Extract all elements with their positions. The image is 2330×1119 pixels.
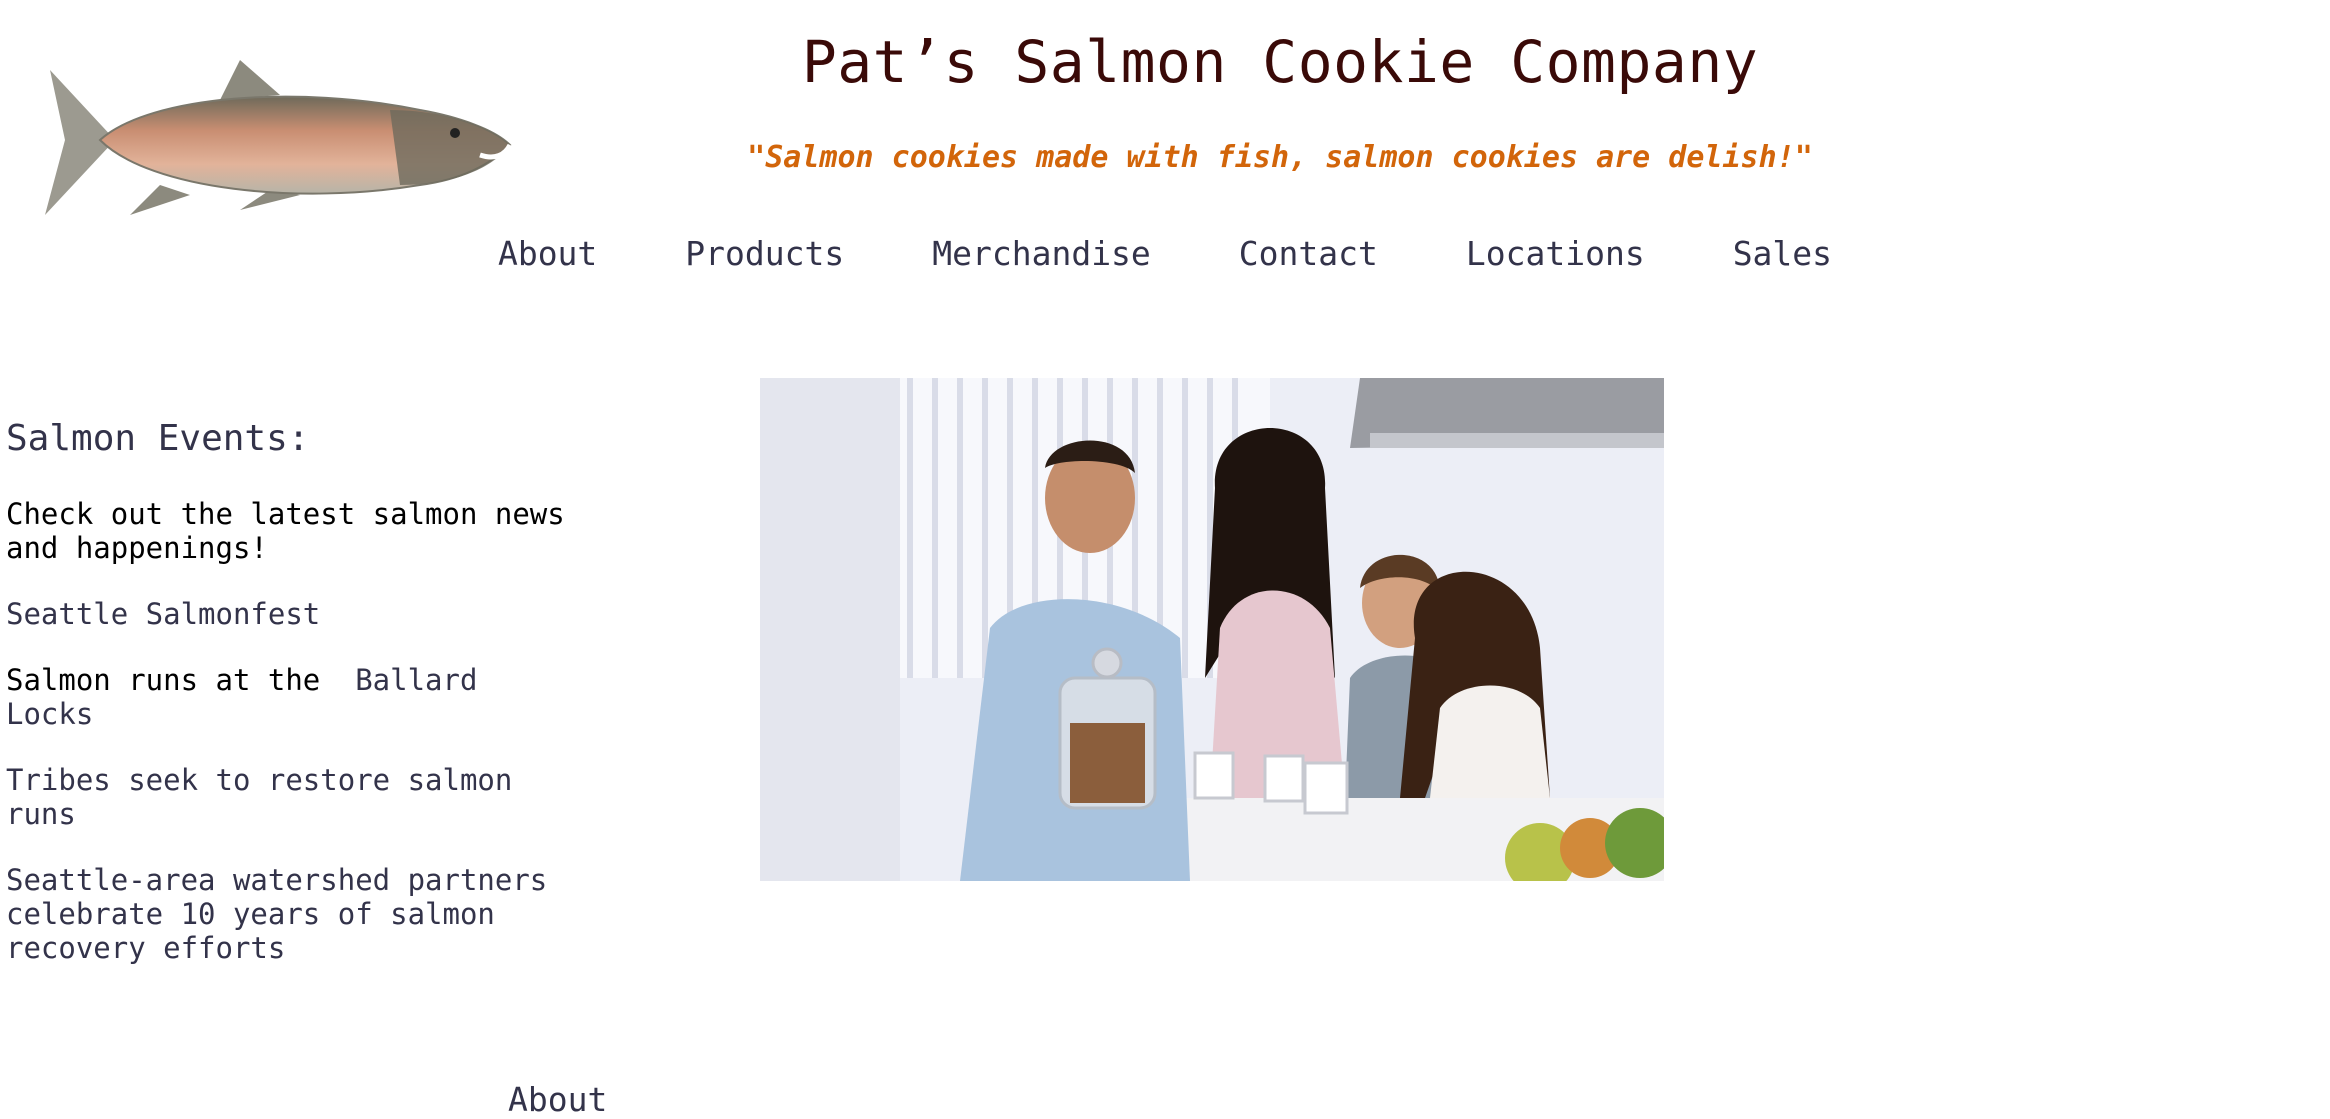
salmon-fish-icon [40, 55, 515, 225]
events-sidebar: Salmon Events: Check out the latest salm… [6, 418, 566, 997]
salmon-runs-text: Salmon runs at the [6, 663, 338, 697]
about-heading: About [508, 1080, 608, 1119]
nav-about[interactable]: About [498, 234, 597, 273]
page-title: Pat’s Salmon Cookie Company [801, 28, 1759, 96]
nav-locations[interactable]: Locations [1466, 234, 1645, 273]
nav-products[interactable]: Products [685, 234, 844, 273]
tagline: "Salmon cookies made with fish, salmon c… [747, 140, 1813, 175]
nav-merchandise[interactable]: Merchandise [932, 234, 1151, 273]
main-nav: About Products Merchandise Contact Locat… [0, 234, 2330, 273]
link-tribes-restore[interactable]: Tribes seek to restore salmon runs [6, 763, 512, 831]
events-heading: Salmon Events: [6, 418, 310, 459]
family-with-cookies-photo [760, 378, 1664, 881]
link-watershed-partners[interactable]: Seattle-area watershed partners celebrat… [6, 863, 547, 965]
link-seattle-salmonfest[interactable]: Seattle Salmonfest [6, 597, 320, 631]
events-intro: Check out the latest salmon news and hap… [6, 497, 565, 565]
nav-contact[interactable]: Contact [1239, 234, 1378, 273]
nav-sales[interactable]: Sales [1733, 234, 1832, 273]
